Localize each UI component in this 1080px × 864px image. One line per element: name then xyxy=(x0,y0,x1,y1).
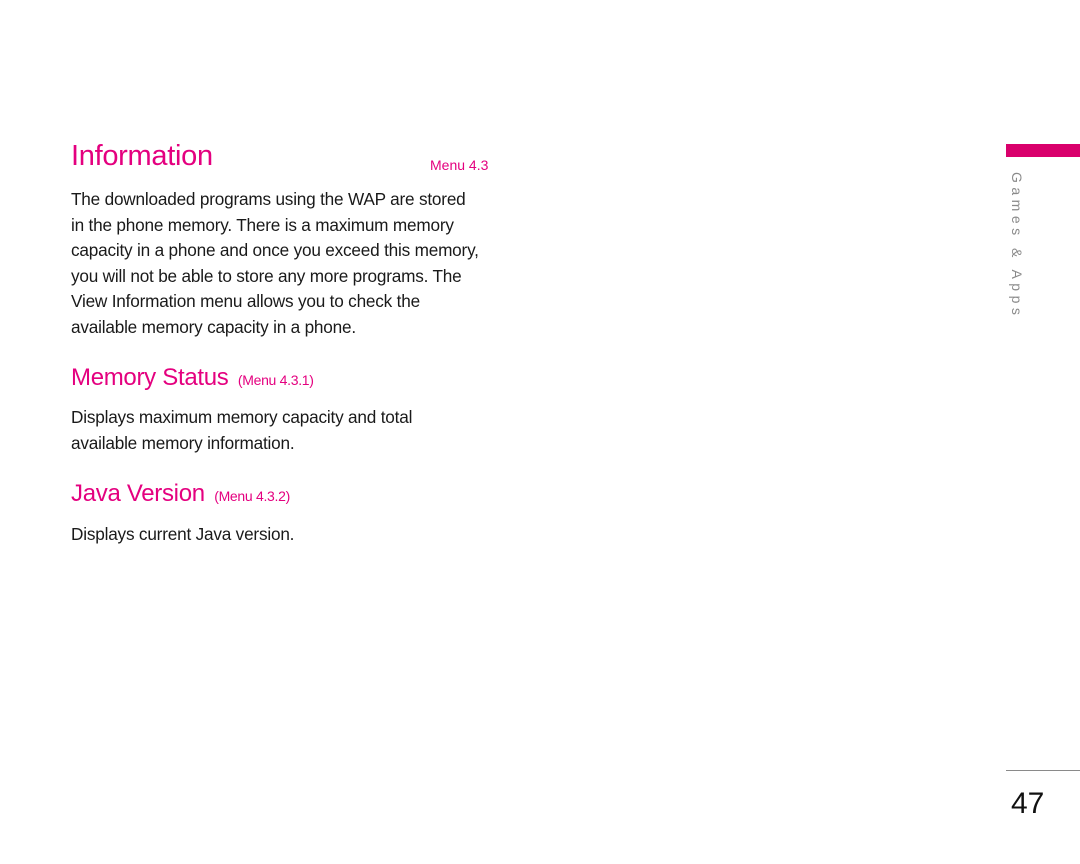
memory-status-title: Memory Status xyxy=(71,364,229,391)
memory-status-heading: Memory Status (Menu 4.3.1) xyxy=(71,364,314,392)
description-line: available memory information. xyxy=(71,432,295,453)
intro-line: you will not be able to store any more p… xyxy=(71,265,462,286)
java-version-description: Displays current Java version. xyxy=(71,522,511,548)
description-line: Displays current Java version. xyxy=(71,524,295,544)
chapter-tab-marker xyxy=(1006,144,1080,157)
intro-paragraph: The downloaded programs using the WAP ar… xyxy=(71,187,511,340)
memory-status-description: Displays maximum memory capacity and tot… xyxy=(71,405,511,456)
page-number-divider xyxy=(1006,770,1080,771)
page-number: 47 xyxy=(1011,787,1045,820)
description-line: Displays maximum memory capacity and tot… xyxy=(71,407,413,427)
java-version-heading: Java Version (Menu 4.3.2) xyxy=(71,480,290,508)
intro-line: The downloaded programs using the WAP ar… xyxy=(71,189,466,209)
intro-line: available memory capacity in a phone. xyxy=(71,316,356,337)
intro-line: in the phone memory. There is a maximum … xyxy=(71,214,454,235)
java-version-menu-ref: (Menu 4.3.2) xyxy=(214,488,290,504)
memory-status-menu-ref: (Menu 4.3.1) xyxy=(237,372,314,388)
chapter-side-label: Games & Apps xyxy=(1009,172,1025,320)
section-title: Information xyxy=(71,140,213,172)
intro-line: View Information menu allows you to chec… xyxy=(71,291,420,311)
java-version-title: Java Version xyxy=(71,480,205,507)
intro-line: capacity in a phone and once you exceed … xyxy=(71,240,479,260)
section-menu-ref: Menu 4.3 xyxy=(430,157,489,173)
